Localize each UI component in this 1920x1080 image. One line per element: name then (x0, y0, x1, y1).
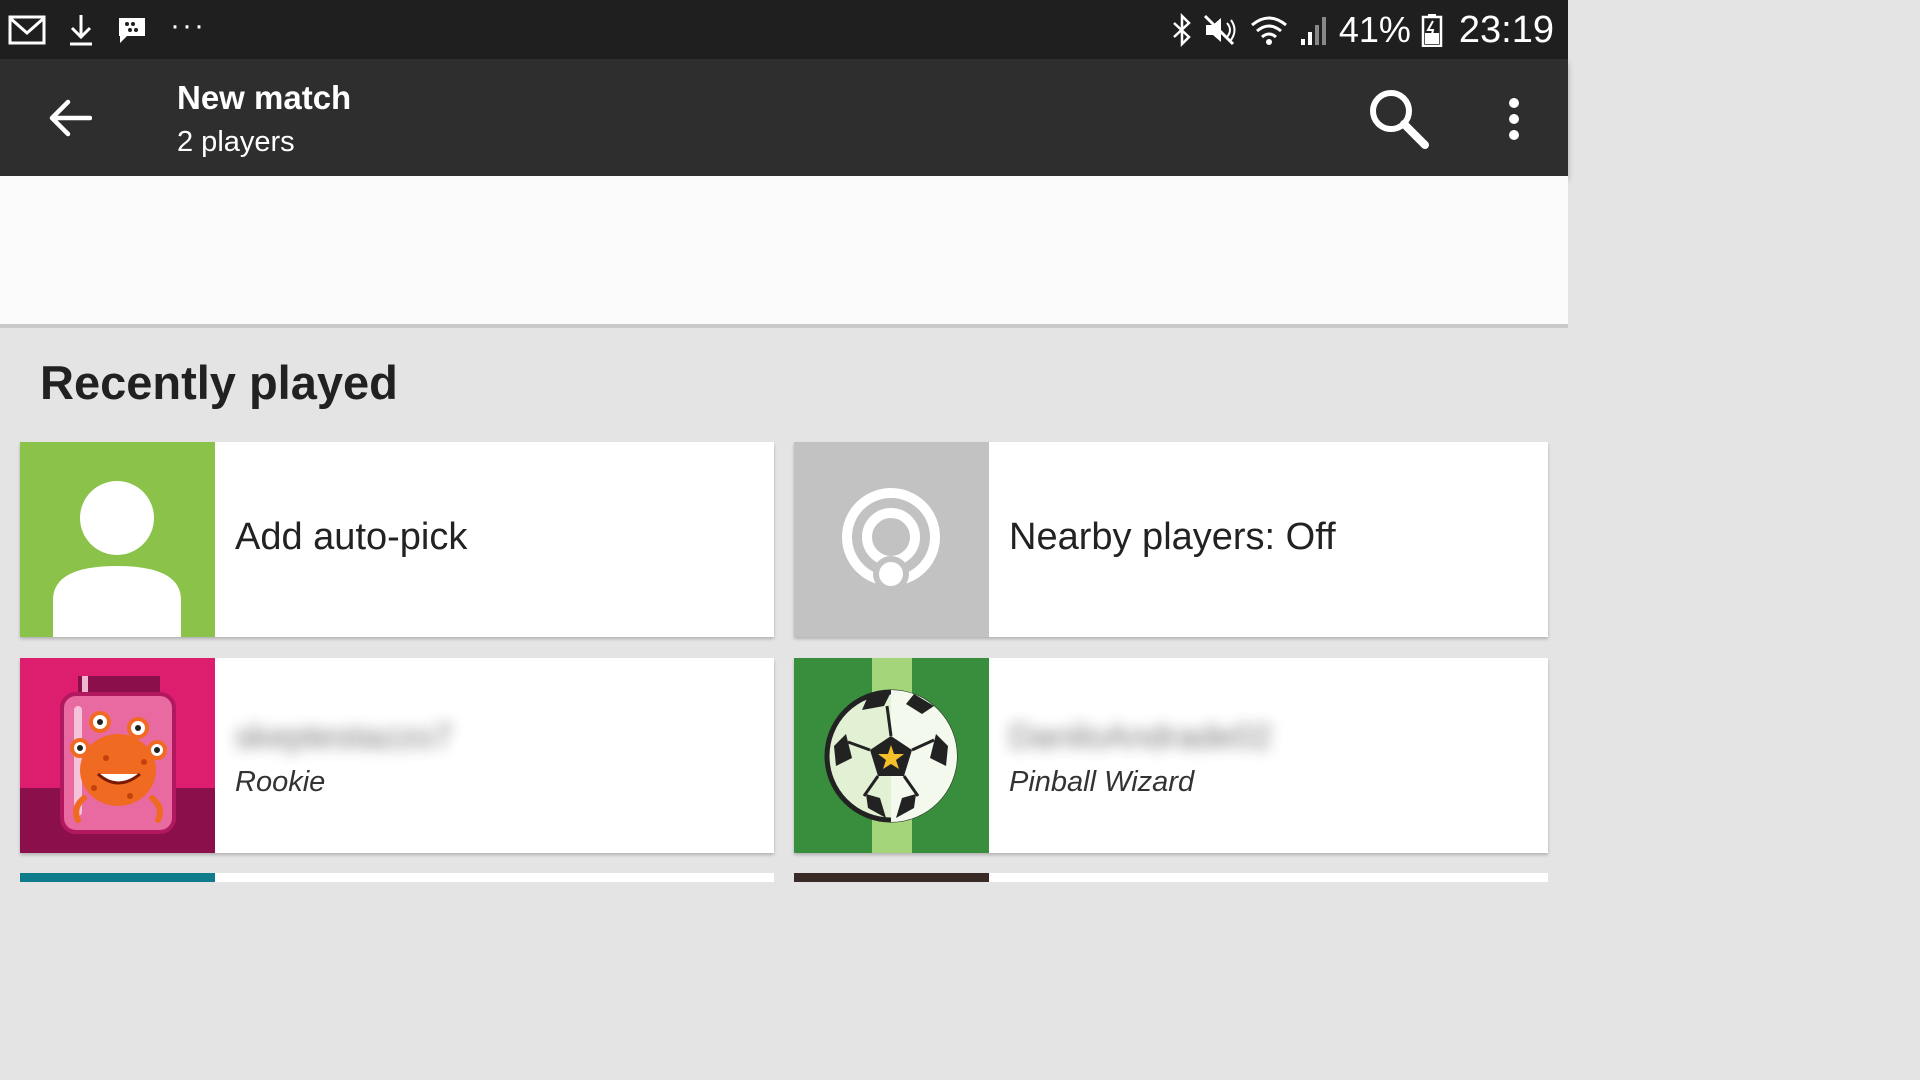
player-avatar (20, 658, 215, 853)
app-bar: New match 2 players (0, 59, 1568, 176)
auto-pick-label: Add auto-pick (235, 516, 468, 558)
player-rank: Pinball Wizard (1009, 766, 1195, 798)
search-icon (1370, 90, 1429, 149)
signal-icon (1300, 17, 1326, 45)
search-button[interactable] (1362, 85, 1434, 151)
person-icon (53, 481, 181, 637)
player-card[interactable]: DaniloAndrade02 Pinball Wizard (794, 658, 1548, 853)
more-vert-icon (1509, 98, 1519, 140)
back-arrow-icon (49, 99, 92, 137)
next-row-card-peek[interactable] (20, 873, 774, 882)
clock: 23:19 (1458, 8, 1554, 51)
player-rank: Rookie (235, 766, 326, 798)
monster-jar-avatar (20, 676, 215, 853)
wifi-icon (1250, 16, 1287, 45)
status-bar: ··· 41% 23:19 (0, 0, 1568, 59)
back-button[interactable] (38, 89, 102, 147)
next-row-avatar-peek (794, 873, 989, 882)
auto-pick-avatar (20, 442, 215, 637)
overflow-menu-button[interactable] (1490, 91, 1538, 147)
mute-icon (1203, 14, 1236, 46)
player-avatar (794, 658, 989, 853)
download-icon (70, 15, 92, 46)
nearby-avatar (794, 442, 989, 637)
next-row-avatar-peek (20, 873, 215, 882)
battery-percent: 41% (1338, 9, 1411, 50)
battery-icon (1421, 14, 1443, 47)
nearby-label: Nearby players: Off (1009, 516, 1336, 558)
nearby-players-card[interactable]: Nearby players: Off (794, 442, 1548, 637)
page-subtitle: 2 players (177, 126, 295, 158)
player-card[interactable]: skeptestazzo7 Rookie (20, 658, 774, 853)
selected-players-area (0, 176, 1568, 328)
bbm-icon (119, 18, 145, 43)
page-title: New match (177, 79, 352, 116)
more-notifications-indicator: ··· (170, 9, 206, 42)
section-heading: Recently played (40, 356, 398, 409)
next-row-card-peek[interactable] (794, 873, 1548, 882)
system-icons: 41% 23:19 (1171, 8, 1554, 52)
player-name: DaniloAndrade02 (1009, 718, 1272, 756)
nearby-icon (842, 488, 940, 592)
player-name: skeptestazzo7 (235, 718, 453, 756)
add-auto-pick-card[interactable]: Add auto-pick (20, 442, 774, 637)
gmail-icon (8, 15, 46, 45)
notification-icons: ··· (8, 9, 206, 50)
bluetooth-icon (1172, 13, 1191, 47)
soccer-ball-avatar (824, 658, 958, 853)
